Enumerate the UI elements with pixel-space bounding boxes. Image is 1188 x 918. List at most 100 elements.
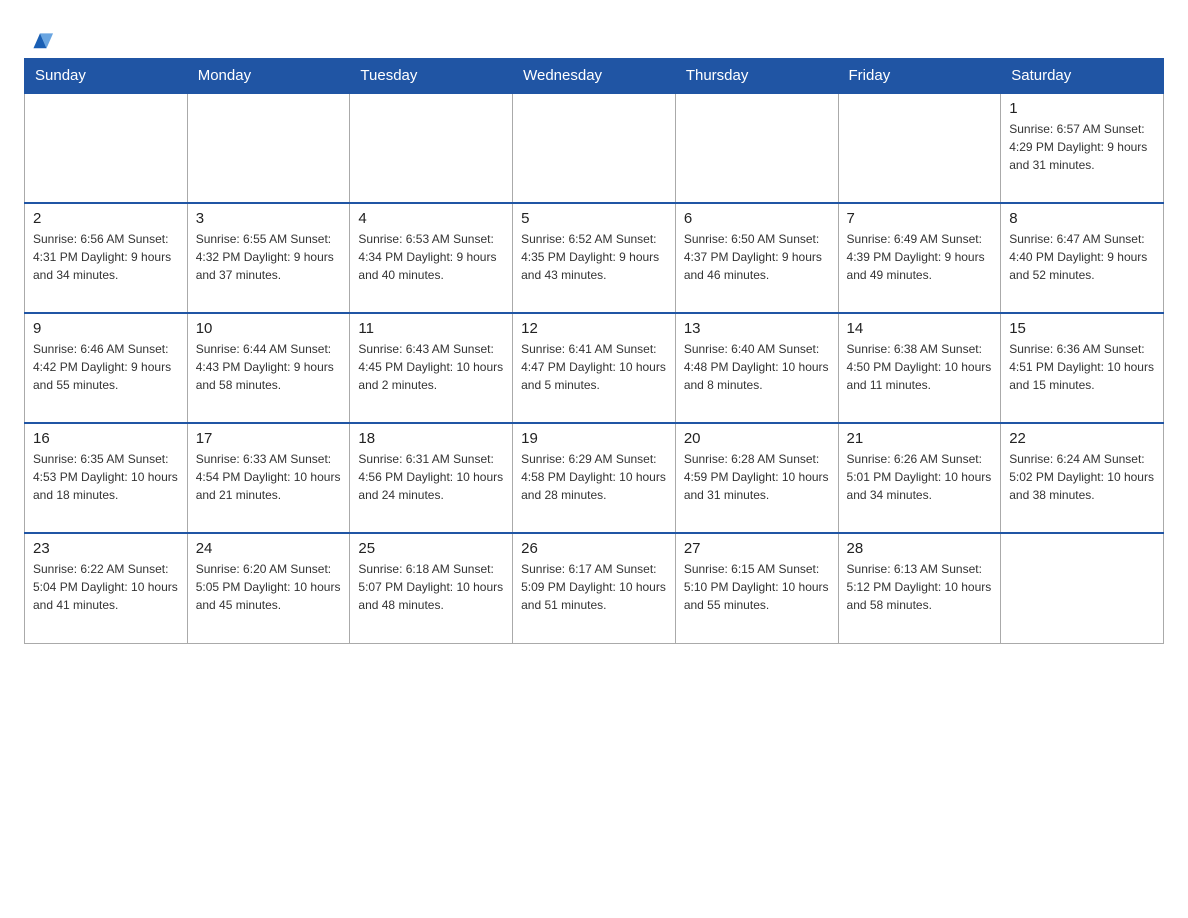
day-info: Sunrise: 6:52 AM Sunset: 4:35 PM Dayligh…	[521, 230, 667, 284]
day-number: 12	[521, 320, 667, 337]
day-number: 7	[847, 210, 993, 227]
day-info: Sunrise: 6:13 AM Sunset: 5:12 PM Dayligh…	[847, 560, 993, 614]
calendar-cell: 21 Sunrise: 6:26 AM Sunset: 5:01 PM Dayli…	[838, 423, 1001, 533]
day-info: Sunrise: 6:56 AM Sunset: 4:31 PM Dayligh…	[33, 230, 179, 284]
day-number: 24	[196, 540, 342, 557]
logo-icon	[26, 24, 54, 52]
day-info: Sunrise: 6:38 AM Sunset: 4:50 PM Dayligh…	[847, 340, 993, 394]
day-info: Sunrise: 6:18 AM Sunset: 5:07 PM Dayligh…	[358, 560, 504, 614]
day-of-week-header: Sunday	[25, 59, 188, 94]
calendar-cell: 16 Sunrise: 6:35 AM Sunset: 4:53 PM Dayli…	[25, 423, 188, 533]
calendar-cell: 24 Sunrise: 6:20 AM Sunset: 5:05 PM Dayli…	[187, 533, 350, 643]
calendar-cell: 7 Sunrise: 6:49 AM Sunset: 4:39 PM Daylig…	[838, 203, 1001, 313]
day-info: Sunrise: 6:15 AM Sunset: 5:10 PM Dayligh…	[684, 560, 830, 614]
day-info: Sunrise: 6:57 AM Sunset: 4:29 PM Dayligh…	[1009, 120, 1155, 174]
calendar-cell	[675, 93, 838, 203]
calendar-cell: 15Sunrise: 6:36 AM Sunset: 4:51 PM Dayli…	[1001, 313, 1164, 423]
calendar-week-row: 1 Sunrise: 6:57 AM Sunset: 4:29 PM Daylig…	[25, 93, 1164, 203]
day-number: 13	[684, 320, 830, 337]
day-number: 19	[521, 430, 667, 447]
day-info: Sunrise: 6:22 AM Sunset: 5:04 PM Dayligh…	[33, 560, 179, 614]
calendar-week-row: 16 Sunrise: 6:35 AM Sunset: 4:53 PM Dayli…	[25, 423, 1164, 533]
day-number: 1	[1009, 100, 1155, 117]
day-number: 6	[684, 210, 830, 227]
calendar-header-row: SundayMondayTuesdayWednesdayThursdayFrid…	[25, 59, 1164, 94]
calendar-cell: 6 Sunrise: 6:50 AM Sunset: 4:37 PM Daylig…	[675, 203, 838, 313]
page-header	[24, 24, 1164, 46]
day-number: 26	[521, 540, 667, 557]
day-info: Sunrise: 6:50 AM Sunset: 4:37 PM Dayligh…	[684, 230, 830, 284]
calendar-cell	[513, 93, 676, 203]
day-info: Sunrise: 6:28 AM Sunset: 4:59 PM Dayligh…	[684, 450, 830, 504]
day-number: 11	[358, 320, 504, 337]
calendar-cell: 26 Sunrise: 6:17 AM Sunset: 5:09 PM Dayli…	[513, 533, 676, 643]
calendar-cell	[350, 93, 513, 203]
day-info: Sunrise: 6:29 AM Sunset: 4:58 PM Dayligh…	[521, 450, 667, 504]
day-info: Sunrise: 6:20 AM Sunset: 5:05 PM Dayligh…	[196, 560, 342, 614]
day-info: Sunrise: 6:47 AM Sunset: 4:40 PM Dayligh…	[1009, 230, 1155, 284]
day-number: 14	[847, 320, 993, 337]
day-info: Sunrise: 6:33 AM Sunset: 4:54 PM Dayligh…	[196, 450, 342, 504]
day-number: 8	[1009, 210, 1155, 227]
calendar-cell: 27 Sunrise: 6:15 AM Sunset: 5:10 PM Dayli…	[675, 533, 838, 643]
day-info: Sunrise: 6:55 AM Sunset: 4:32 PM Dayligh…	[196, 230, 342, 284]
day-number: 18	[358, 430, 504, 447]
calendar-cell: 17Sunrise: 6:33 AM Sunset: 4:54 PM Dayli…	[187, 423, 350, 533]
day-of-week-header: Monday	[187, 59, 350, 94]
day-number: 27	[684, 540, 830, 557]
day-number: 9	[33, 320, 179, 337]
calendar-table: SundayMondayTuesdayWednesdayThursdayFrid…	[24, 58, 1164, 644]
calendar-cell: 11 Sunrise: 6:43 AM Sunset: 4:45 PM Dayli…	[350, 313, 513, 423]
day-info: Sunrise: 6:41 AM Sunset: 4:47 PM Dayligh…	[521, 340, 667, 394]
day-number: 16	[33, 430, 179, 447]
calendar-cell: 4 Sunrise: 6:53 AM Sunset: 4:34 PM Daylig…	[350, 203, 513, 313]
day-number: 22	[1009, 430, 1155, 447]
calendar-cell: 12 Sunrise: 6:41 AM Sunset: 4:47 PM Dayli…	[513, 313, 676, 423]
logo	[24, 24, 54, 46]
calendar-cell	[25, 93, 188, 203]
calendar-week-row: 9 Sunrise: 6:46 AM Sunset: 4:42 PM Daylig…	[25, 313, 1164, 423]
day-number: 10	[196, 320, 342, 337]
day-info: Sunrise: 6:24 AM Sunset: 5:02 PM Dayligh…	[1009, 450, 1155, 504]
calendar-cell: 8 Sunrise: 6:47 AM Sunset: 4:40 PM Daylig…	[1001, 203, 1164, 313]
day-number: 23	[33, 540, 179, 557]
calendar-week-row: 23 Sunrise: 6:22 AM Sunset: 5:04 PM Dayli…	[25, 533, 1164, 643]
day-info: Sunrise: 6:53 AM Sunset: 4:34 PM Dayligh…	[358, 230, 504, 284]
day-number: 5	[521, 210, 667, 227]
day-of-week-header: Thursday	[675, 59, 838, 94]
calendar-cell: 19 Sunrise: 6:29 AM Sunset: 4:58 PM Dayli…	[513, 423, 676, 533]
calendar-week-row: 2 Sunrise: 6:56 AM Sunset: 4:31 PM Daylig…	[25, 203, 1164, 313]
calendar-cell: 20 Sunrise: 6:28 AM Sunset: 4:59 PM Dayli…	[675, 423, 838, 533]
calendar-cell: 1 Sunrise: 6:57 AM Sunset: 4:29 PM Daylig…	[1001, 93, 1164, 203]
day-info: Sunrise: 6:49 AM Sunset: 4:39 PM Dayligh…	[847, 230, 993, 284]
day-info: Sunrise: 6:44 AM Sunset: 4:43 PM Dayligh…	[196, 340, 342, 394]
day-info: Sunrise: 6:46 AM Sunset: 4:42 PM Dayligh…	[33, 340, 179, 394]
day-number: 2	[33, 210, 179, 227]
day-number: 21	[847, 430, 993, 447]
calendar-cell: 28Sunrise: 6:13 AM Sunset: 5:12 PM Dayli…	[838, 533, 1001, 643]
calendar-cell: 3 Sunrise: 6:55 AM Sunset: 4:32 PM Daylig…	[187, 203, 350, 313]
calendar-cell: 25Sunrise: 6:18 AM Sunset: 5:07 PM Dayli…	[350, 533, 513, 643]
calendar-cell: 5 Sunrise: 6:52 AM Sunset: 4:35 PM Daylig…	[513, 203, 676, 313]
day-number: 4	[358, 210, 504, 227]
calendar-cell	[1001, 533, 1164, 643]
day-of-week-header: Tuesday	[350, 59, 513, 94]
day-info: Sunrise: 6:43 AM Sunset: 4:45 PM Dayligh…	[358, 340, 504, 394]
calendar-cell: 18Sunrise: 6:31 AM Sunset: 4:56 PM Dayli…	[350, 423, 513, 533]
day-of-week-header: Saturday	[1001, 59, 1164, 94]
calendar-cell	[187, 93, 350, 203]
calendar-cell: 10 Sunrise: 6:44 AM Sunset: 4:43 PM Dayli…	[187, 313, 350, 423]
calendar-cell: 13Sunrise: 6:40 AM Sunset: 4:48 PM Dayli…	[675, 313, 838, 423]
day-info: Sunrise: 6:35 AM Sunset: 4:53 PM Dayligh…	[33, 450, 179, 504]
day-number: 3	[196, 210, 342, 227]
calendar-cell: 2 Sunrise: 6:56 AM Sunset: 4:31 PM Daylig…	[25, 203, 188, 313]
day-info: Sunrise: 6:26 AM Sunset: 5:01 PM Dayligh…	[847, 450, 993, 504]
day-of-week-header: Friday	[838, 59, 1001, 94]
calendar-cell: 9 Sunrise: 6:46 AM Sunset: 4:42 PM Daylig…	[25, 313, 188, 423]
day-info: Sunrise: 6:36 AM Sunset: 4:51 PM Dayligh…	[1009, 340, 1155, 394]
day-number: 20	[684, 430, 830, 447]
calendar-cell	[838, 93, 1001, 203]
calendar-cell: 23 Sunrise: 6:22 AM Sunset: 5:04 PM Dayli…	[25, 533, 188, 643]
day-info: Sunrise: 6:17 AM Sunset: 5:09 PM Dayligh…	[521, 560, 667, 614]
calendar-cell: 22 Sunrise: 6:24 AM Sunset: 5:02 PM Dayli…	[1001, 423, 1164, 533]
